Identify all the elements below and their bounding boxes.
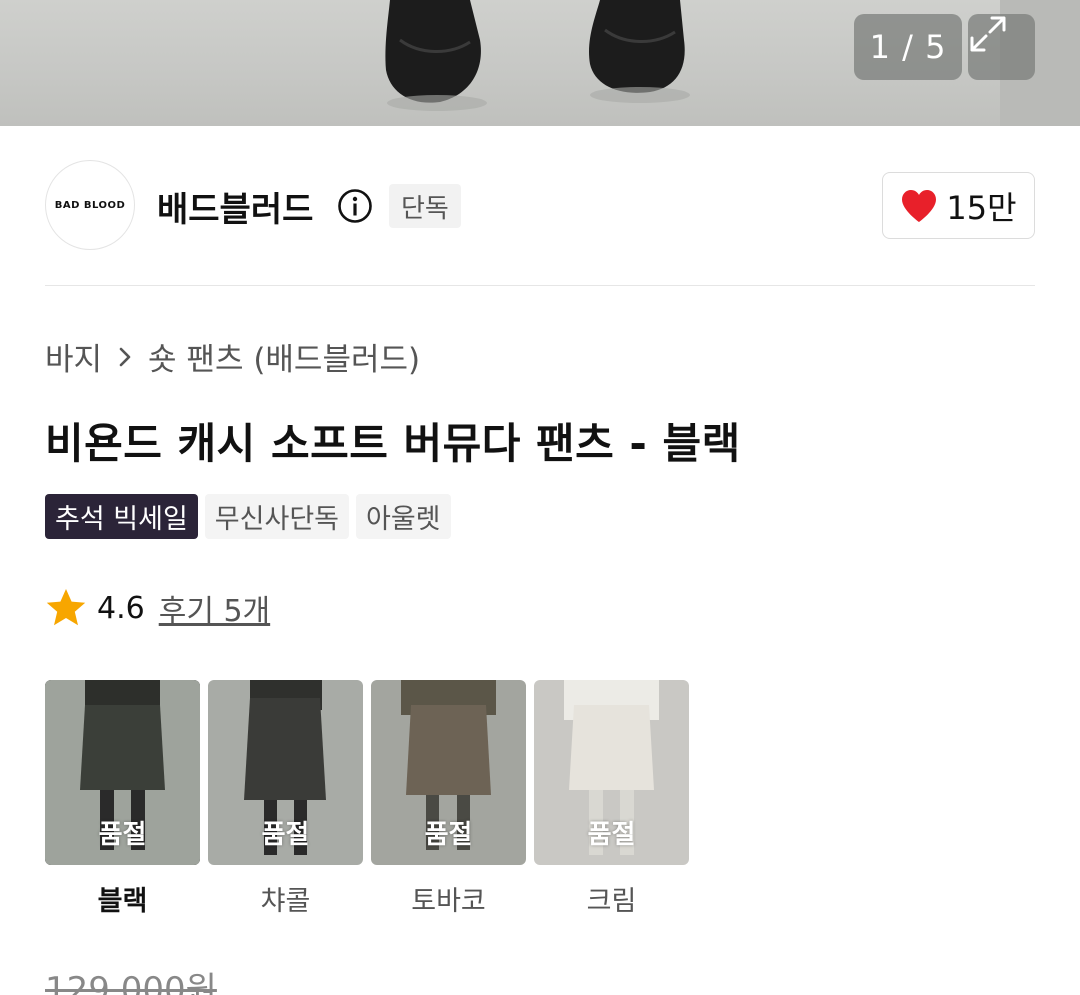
info-icon[interactable]: [337, 188, 373, 224]
brand-logo[interactable]: BAD BLOOD: [45, 160, 135, 250]
soldout-label: 품절: [424, 820, 473, 850]
color-option-charcoal[interactable]: 품절 챠콜: [208, 680, 363, 918]
swatch-label: 챠콜: [260, 886, 311, 917]
exclusive-badge: 단독: [389, 184, 461, 228]
soldout-label: 품절: [261, 820, 310, 850]
swatch-label: 크림: [586, 886, 637, 917]
review-link[interactable]: 후기 5개: [159, 586, 270, 630]
brand-logo-text: BAD BLOOD: [54, 199, 126, 211]
brand-name[interactable]: 배드블러드: [157, 182, 313, 231]
image-counter: 1 / 5: [854, 14, 962, 80]
divider: [45, 285, 1035, 286]
color-option-black[interactable]: 품절 블랙: [45, 680, 200, 918]
product-tags: 추석 빅세일 무신사단독 아울렛: [45, 494, 451, 539]
swatch-image: 품절: [534, 680, 689, 865]
color-options: 품절 블랙 품절 챠콜 품절 토바코 품절 크림: [45, 680, 689, 918]
brand-row: BAD BLOOD 배드블러드 단독 15만: [45, 160, 1035, 252]
like-count: 15만: [946, 188, 1017, 227]
swatch-image: 품절: [371, 680, 526, 865]
swatch-image: 품절: [45, 680, 200, 865]
star-icon: [46, 589, 86, 626]
breadcrumb: 바지 숏 팬츠 (배드블러드): [45, 334, 420, 379]
rating: 4.6 후기 5개: [45, 586, 270, 630]
product-image-gallery[interactable]: 1 / 5: [0, 0, 1080, 126]
tag-outlet: 아울렛: [356, 494, 451, 539]
breadcrumb-item-short-pants[interactable]: 숏 팬츠 (배드블러드): [148, 334, 420, 379]
rating-value: 4.6: [97, 590, 145, 626]
original-price: 129,000원: [45, 970, 217, 995]
like-button[interactable]: 15만: [882, 172, 1035, 239]
soldout-label: 품절: [587, 820, 636, 850]
expand-button[interactable]: [968, 14, 1035, 80]
swatch-label: 토바코: [411, 886, 486, 917]
color-option-tobacco[interactable]: 품절 토바코: [371, 680, 526, 918]
soldout-label: 품절: [98, 820, 147, 850]
tag-chuseok-sale: 추석 빅세일: [45, 494, 198, 539]
chevron-right-icon: [119, 347, 131, 366]
product-title: 비욘드 캐시 소프트 버뮤다 팬츠 - 블랙: [45, 419, 741, 468]
expand-icon: [970, 16, 1006, 52]
tag-musinsa-exclusive: 무신사단독: [204, 494, 349, 539]
color-option-cream[interactable]: 품절 크림: [534, 680, 689, 918]
breadcrumb-item-pants[interactable]: 바지: [45, 334, 102, 379]
swatch-label: 블랙: [97, 886, 148, 917]
heart-icon: [902, 189, 937, 222]
swatch-image: 품절: [208, 680, 363, 865]
